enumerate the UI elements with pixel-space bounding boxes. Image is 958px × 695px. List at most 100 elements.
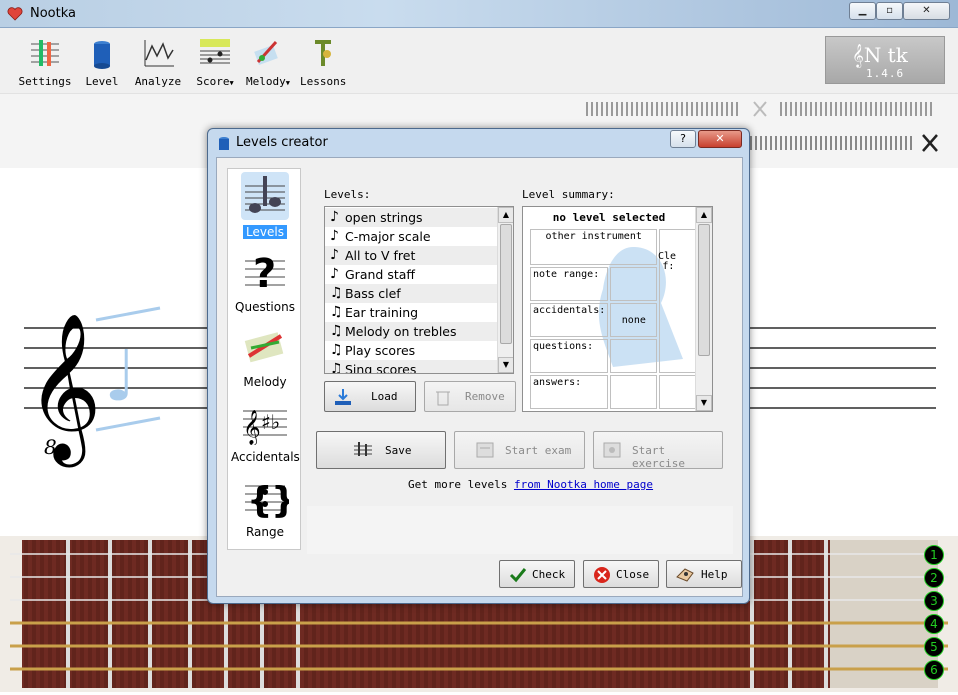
- scroll-down-icon[interactable]: ▼: [498, 357, 513, 373]
- scroll-up-icon[interactable]: ▲: [696, 207, 712, 223]
- check-button[interactable]: Check: [499, 560, 575, 588]
- help-icon: [676, 568, 694, 582]
- sidebar-item-questions[interactable]: ? Questions: [228, 244, 302, 319]
- toolbar-lessons-button[interactable]: Lessons: [300, 34, 346, 90]
- toolbar-analyze-button[interactable]: Analyze: [134, 34, 182, 90]
- sidebar-item-accidentals[interactable]: 𝄞 ♯♭ Accidentals: [228, 394, 302, 469]
- start-exercise-button[interactable]: Start exercise: [593, 431, 723, 470]
- scroll-down-icon[interactable]: ▼: [696, 395, 712, 411]
- toolbar-label: Analyze: [134, 75, 182, 88]
- load-icon: [335, 389, 351, 405]
- string-number-1: 1: [924, 545, 944, 565]
- input-mute-icon[interactable]: [920, 132, 940, 154]
- check-icon: [509, 568, 527, 583]
- summary-questions: questions:: [533, 341, 594, 352]
- get-more-levels: Get more levels from Nootka home page: [408, 478, 654, 491]
- dialog-close-button[interactable]: ✕: [698, 130, 742, 148]
- info-area: [307, 506, 733, 554]
- settings-sidebar: Levels ? Questions Melody 𝄞 ♯♭ Accidental…: [227, 168, 301, 550]
- dialog-help-button[interactable]: ?: [670, 130, 696, 148]
- svg-text:♯♭: ♯♭: [261, 410, 280, 434]
- accidentals-icon: 𝄞 ♯♭: [243, 410, 287, 446]
- dialog-level-icon: [219, 137, 229, 150]
- trash-icon: [436, 391, 450, 406]
- level-icon: [94, 41, 110, 69]
- app-title: Nootka: [30, 6, 76, 21]
- summary-heading: no level selected: [552, 211, 666, 224]
- level-summary-label: Level summary:: [522, 188, 615, 201]
- treble-clef-icon: 𝄞: [26, 312, 102, 467]
- toolbar-label: Melody▼: [246, 75, 290, 88]
- level-summary-panel: no level selected other instrument f: Cle…: [522, 206, 713, 412]
- scroll-thumb[interactable]: [698, 224, 710, 356]
- list-item[interactable]: ♫ Bass clef: [325, 284, 497, 303]
- dialog-body: Levels ? Questions Melody 𝄞 ♯♭ Accidental…: [216, 157, 743, 597]
- string-number-5: 5: [924, 637, 944, 657]
- string-number-4: 4: [924, 614, 944, 634]
- mute-icon[interactable]: [751, 100, 769, 118]
- sidebar-label: Range: [245, 525, 285, 539]
- help-button[interactable]: Help: [666, 560, 742, 588]
- list-item[interactable]: ♪ open strings: [325, 208, 497, 227]
- summary-scrollbar[interactable]: ▲ ▼: [695, 207, 712, 411]
- string-number-2: 2: [924, 568, 944, 588]
- levels-icon: [241, 172, 289, 220]
- svg-text:?: ?: [253, 251, 276, 295]
- save-icon: [354, 442, 372, 456]
- levels-scrollbar[interactable]: ▲ ▼: [497, 207, 513, 373]
- close-icon: [594, 567, 610, 583]
- levels-creator-dialog: Levels creator ? ✕ Levels ? Questions Me…: [207, 128, 750, 604]
- scroll-thumb[interactable]: [500, 224, 512, 344]
- volume-meter[interactable]: [780, 102, 932, 116]
- logo-version: 1.4.6: [866, 67, 905, 80]
- exam-icon: [476, 442, 494, 458]
- list-item[interactable]: ♫ Ear training: [325, 303, 497, 322]
- dialog-title: Levels creator: [236, 135, 328, 150]
- svg-text:♩: ♩: [104, 335, 137, 417]
- nootka-home-link[interactable]: from Nootka home page: [514, 478, 653, 491]
- app-titlebar: Nootka ▁ ▫ ✕: [0, 0, 958, 28]
- summary-instrument: other instrument: [545, 231, 642, 242]
- toolbar-label: Settings: [18, 75, 72, 88]
- score-icon: [200, 39, 230, 64]
- list-item[interactable]: ♫ Melody on trebles: [325, 322, 497, 341]
- maximize-button[interactable]: ▫: [876, 2, 903, 20]
- load-button[interactable]: Load: [324, 381, 416, 412]
- svg-text:}: }: [271, 480, 289, 520]
- close-button[interactable]: Close: [583, 560, 659, 588]
- levels-list[interactable]: ♪ open strings ♪ C-major scale ♪ All to V f…: [324, 206, 514, 374]
- settings-icon: [31, 40, 59, 66]
- toolbar-label: Level: [85, 75, 119, 88]
- scroll-up-icon[interactable]: ▲: [498, 207, 513, 223]
- sidebar-item-melody[interactable]: Melody: [228, 319, 302, 394]
- list-item[interactable]: ♪ C-major scale: [325, 227, 497, 246]
- sidebar-item-range[interactable]: {} Range: [228, 469, 302, 544]
- start-exam-button[interactable]: Start exam: [454, 431, 585, 469]
- list-item[interactable]: ♪ Grand staff: [325, 265, 497, 284]
- close-window-button[interactable]: ✕: [903, 2, 950, 20]
- toolbar-score-button[interactable]: Score▼: [194, 34, 236, 90]
- list-item[interactable]: ♫ Play scores: [325, 341, 497, 360]
- svg-text:{: {: [247, 480, 273, 520]
- sidebar-label: Accidentals: [231, 450, 300, 464]
- melody-icon: [244, 332, 284, 363]
- save-button[interactable]: Save: [316, 431, 446, 469]
- sidebar-label: Questions: [235, 300, 295, 314]
- toolbar-settings-button[interactable]: Settings: [18, 34, 72, 90]
- toolbar-level-button[interactable]: Level: [82, 34, 122, 90]
- app-heart-icon: [7, 7, 23, 21]
- analyze-icon: [144, 40, 174, 67]
- exercise-icon: [603, 442, 621, 458]
- remove-button[interactable]: Remove: [424, 381, 516, 412]
- list-item[interactable]: ♪ All to V fret: [325, 246, 497, 265]
- minimize-button[interactable]: ▁: [849, 2, 876, 20]
- summary-table: other instrument f: Cle note range: accid…: [528, 227, 712, 411]
- toolbar-melody-button[interactable]: Melody▼: [244, 34, 292, 90]
- melody-icon: [254, 40, 278, 65]
- list-item[interactable]: ♫ Sing scores: [325, 360, 497, 373]
- nootka-logo: 𝄞N tk 1.4.6: [825, 36, 945, 84]
- svg-text:8: 8: [44, 435, 57, 459]
- toolbar-label: Lessons: [300, 75, 347, 88]
- sidebar-item-levels[interactable]: Levels: [228, 169, 302, 244]
- string-number-3: 3: [924, 591, 944, 611]
